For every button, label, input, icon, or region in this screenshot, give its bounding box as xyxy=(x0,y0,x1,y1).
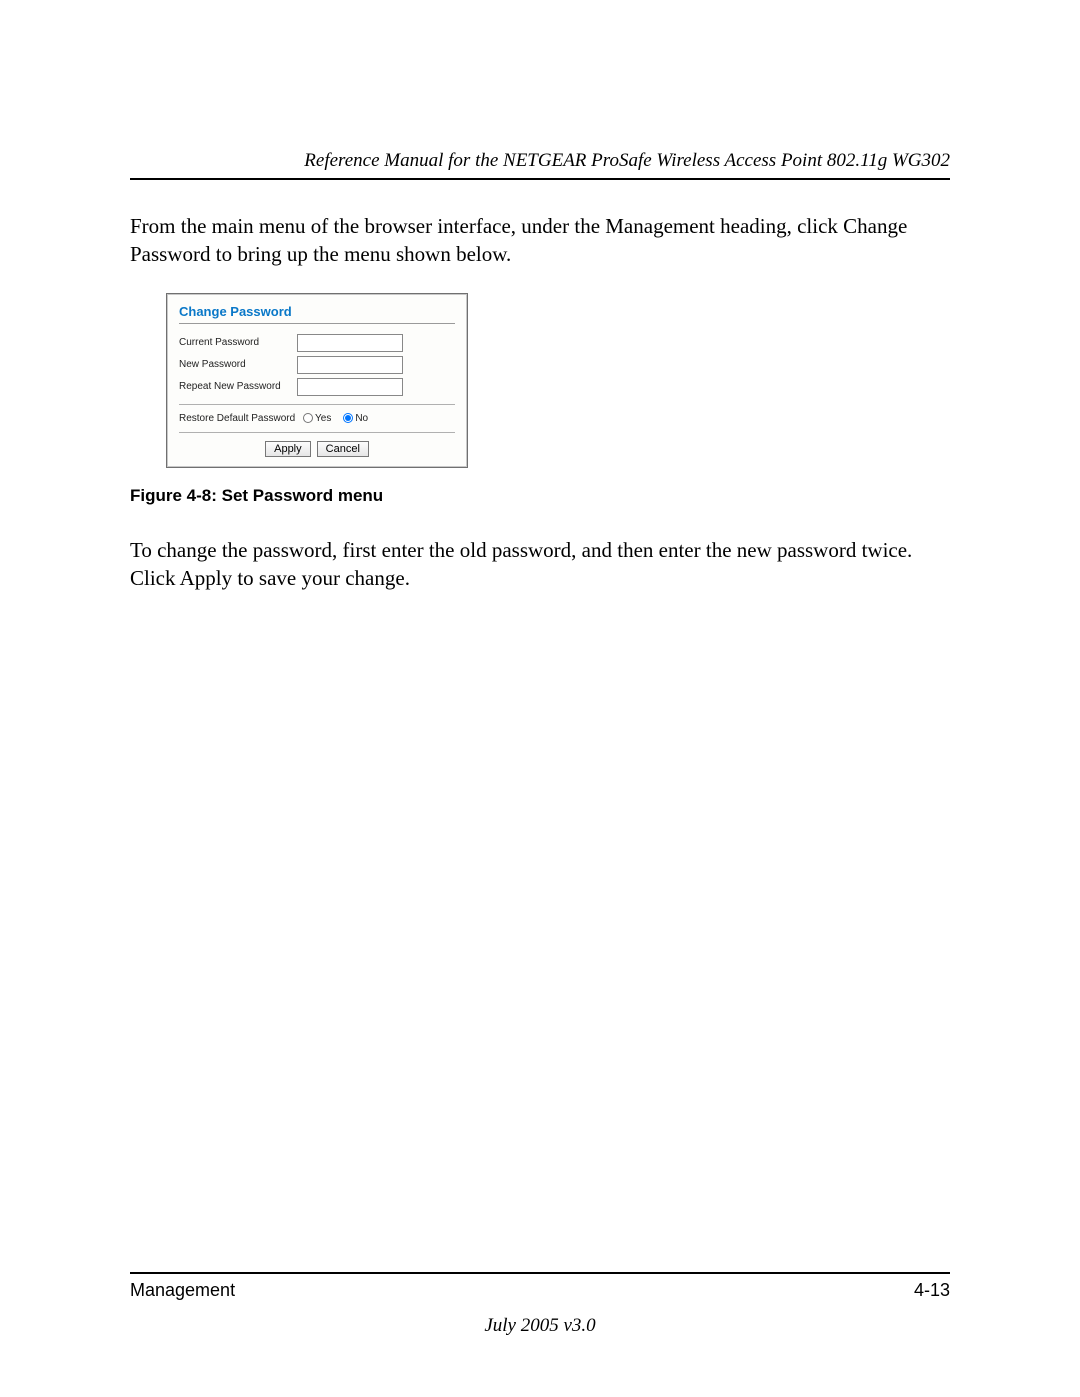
footer-date: July 2005 v3.0 xyxy=(130,1315,950,1337)
footer-section: Management xyxy=(130,1280,235,1301)
form-row-new: New Password xyxy=(179,356,455,374)
label-repeat-password: Repeat New Password xyxy=(179,381,297,392)
change-password-dialog: Change Password Current Password New Pas… xyxy=(166,293,468,468)
figure-caption: Figure 4-8: Set Password menu xyxy=(130,486,950,506)
label-current-password: Current Password xyxy=(179,337,297,348)
dialog-separator-2 xyxy=(179,404,455,405)
input-new-password[interactable] xyxy=(297,356,403,374)
footer-rule xyxy=(130,1272,950,1274)
form-row-repeat: Repeat New Password xyxy=(179,378,455,396)
footer-page-number: 4-13 xyxy=(914,1280,950,1301)
dialog-separator-3 xyxy=(179,432,455,433)
page-footer: Management 4-13 July 2005 v3.0 xyxy=(130,1272,950,1301)
radio-no-wrap[interactable]: No xyxy=(343,413,368,424)
figure-screenshot: Change Password Current Password New Pas… xyxy=(166,293,950,468)
radio-no[interactable] xyxy=(343,413,353,423)
header-rule xyxy=(130,178,950,180)
dialog-button-row: Apply Cancel xyxy=(179,441,455,457)
cancel-button[interactable]: Cancel xyxy=(317,441,369,457)
radio-no-label: No xyxy=(355,413,368,424)
input-current-password[interactable] xyxy=(297,334,403,352)
label-restore-default: Restore Default Password xyxy=(179,413,297,424)
label-new-password: New Password xyxy=(179,359,297,370)
radio-yes-wrap[interactable]: Yes xyxy=(303,413,331,424)
restore-default-row: Restore Default Password Yes No xyxy=(179,413,455,424)
dialog-separator xyxy=(179,323,455,324)
dialog-title: Change Password xyxy=(179,304,455,319)
intro-paragraph: From the main menu of the browser interf… xyxy=(130,212,950,269)
apply-button[interactable]: Apply xyxy=(265,441,311,457)
form-row-current: Current Password xyxy=(179,334,455,352)
input-repeat-password[interactable] xyxy=(297,378,403,396)
document-header-title: Reference Manual for the NETGEAR ProSafe… xyxy=(130,150,950,178)
radio-yes-label: Yes xyxy=(315,413,331,424)
radio-yes[interactable] xyxy=(303,413,313,423)
post-paragraph: To change the password, first enter the … xyxy=(130,536,950,593)
